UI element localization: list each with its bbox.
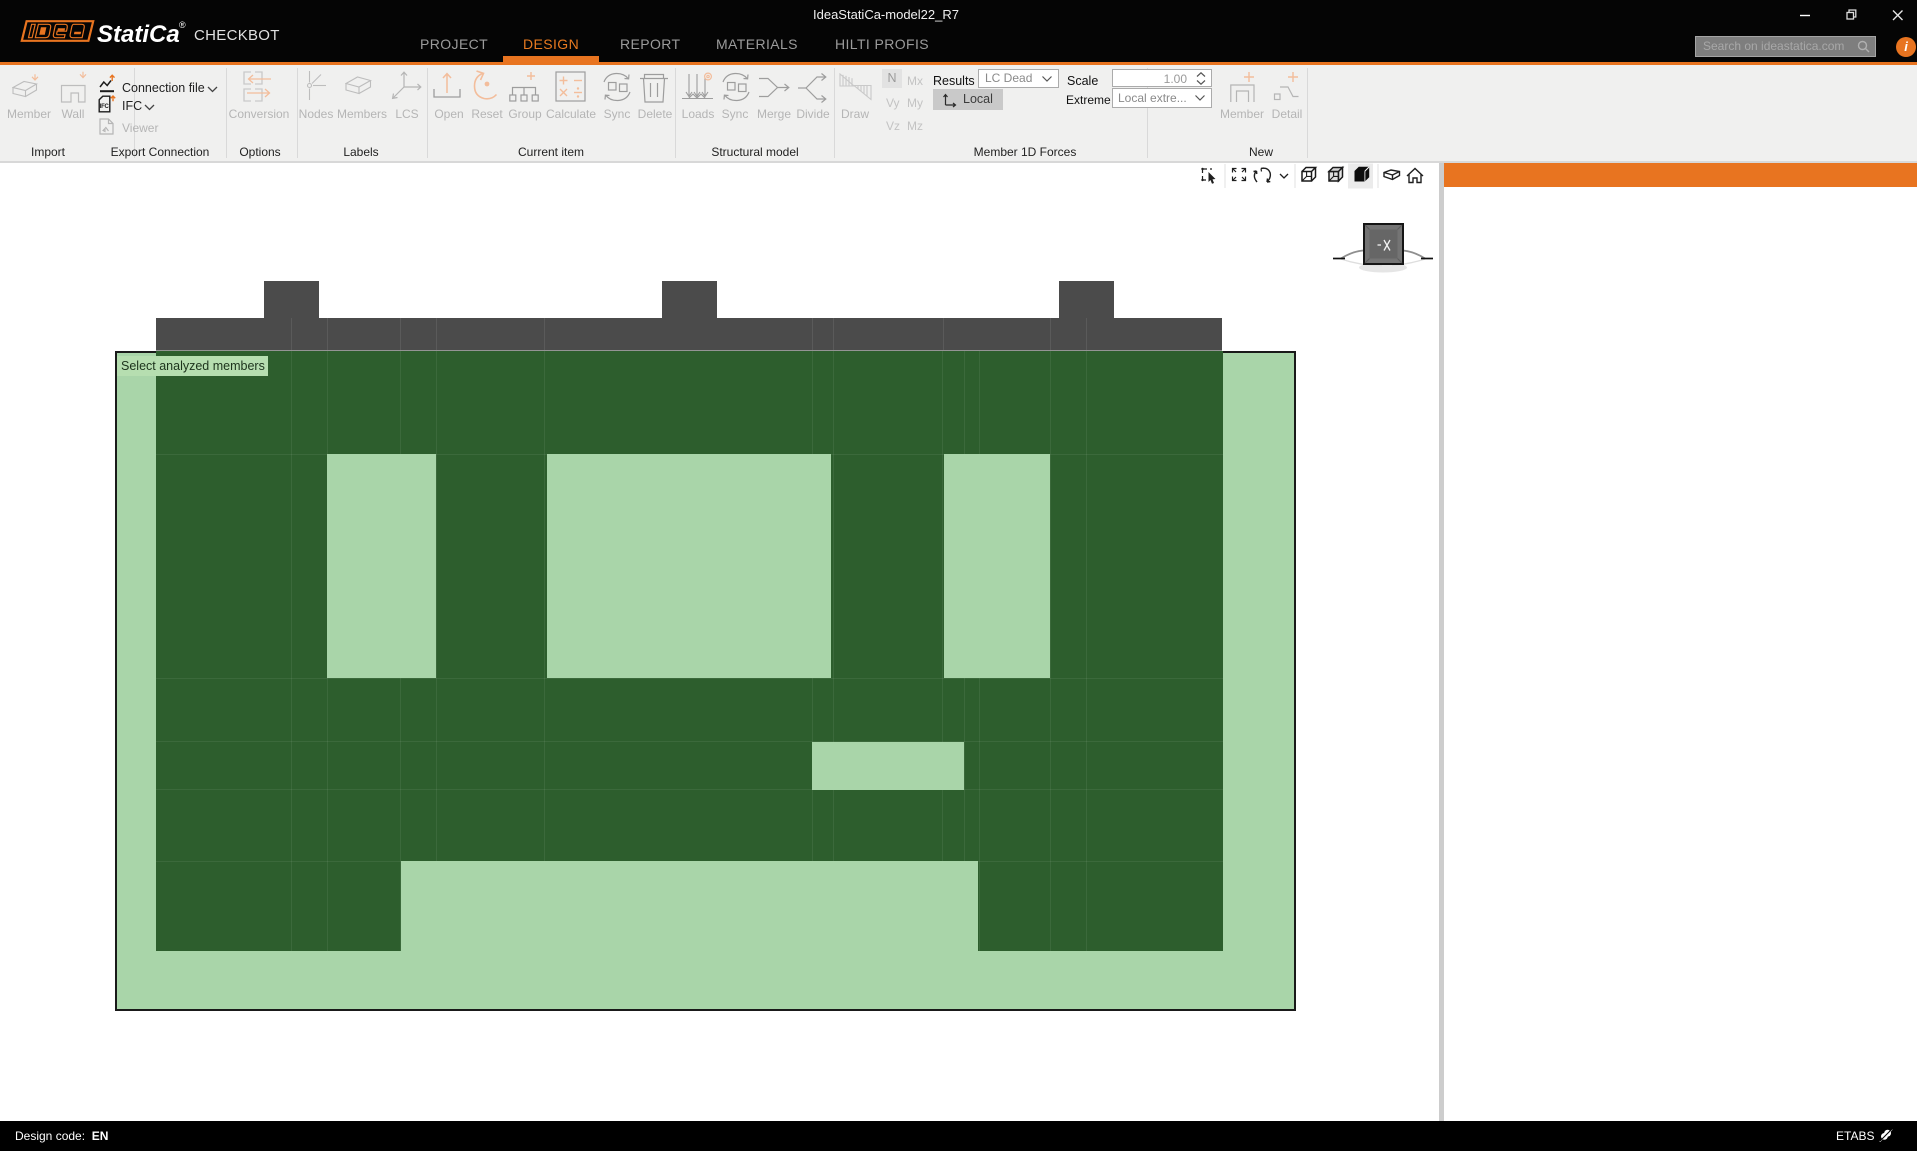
svg-text:IFC: IFC — [100, 104, 110, 110]
